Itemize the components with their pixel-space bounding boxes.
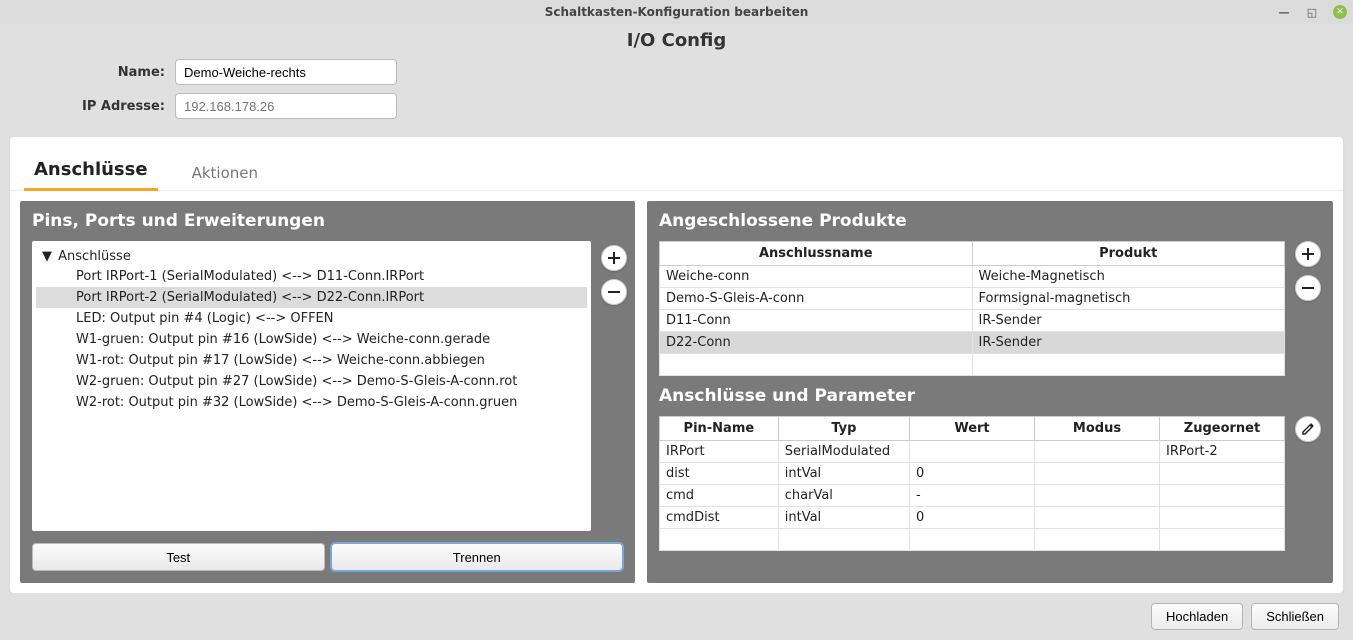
- cell-value: 0: [910, 463, 1035, 485]
- page-title: I/O Config: [0, 24, 1353, 55]
- col-mode: Modus: [1035, 417, 1160, 441]
- col-type: Typ: [778, 417, 909, 441]
- minimize-icon[interactable]: —: [1277, 5, 1291, 19]
- cell-value: 0: [910, 507, 1035, 529]
- cell-connection-name: Demo-S-Gleis-A-conn: [660, 288, 973, 310]
- header-form: Name: IP Adresse:: [0, 55, 1353, 137]
- params-table[interactable]: Pin-Name Typ Wert Modus Zugeornet IRPort…: [659, 416, 1285, 551]
- col-assigned: Zugeornet: [1160, 417, 1285, 441]
- cell-value: [910, 441, 1035, 463]
- cell-pin: cmdDist: [660, 507, 779, 529]
- table-row[interactable]: cmdcharVal-: [660, 485, 1285, 507]
- cell-value: -: [910, 485, 1035, 507]
- chevron-down-icon: ▼: [40, 249, 54, 264]
- table-row[interactable]: Weiche-connWeiche-Magnetisch: [660, 266, 1285, 288]
- table-row[interactable]: Demo-S-Gleis-A-connFormsignal-magnetisch: [660, 288, 1285, 310]
- window-titlebar: Schaltkasten-Konfiguration bearbeiten — …: [0, 0, 1353, 24]
- close-icon[interactable]: ✕: [1333, 5, 1347, 19]
- minus-icon: [607, 285, 621, 299]
- cell-mode: [1035, 463, 1160, 485]
- edit-param-button[interactable]: [1295, 416, 1321, 442]
- pins-panel: Pins, Ports und Erweiterungen ▼ Anschlüs…: [20, 201, 635, 583]
- cell-product: IR-Sender: [972, 332, 1285, 354]
- cell-type: charVal: [778, 485, 909, 507]
- table-row[interactable]: IRPortSerialModulated IRPort-2: [660, 441, 1285, 463]
- tree-root-item[interactable]: ▼ Anschlüsse: [36, 247, 587, 266]
- col-product: Produkt: [972, 242, 1285, 266]
- cell-product: Weiche-Magnetisch: [972, 266, 1285, 288]
- col-connection-name: Anschlussname: [660, 242, 973, 266]
- cell-mode: [1035, 485, 1160, 507]
- upload-button[interactable]: Hochladen: [1151, 603, 1243, 630]
- pencil-icon: [1301, 422, 1315, 436]
- remove-product-button[interactable]: [1295, 275, 1321, 301]
- test-button[interactable]: Test: [32, 543, 325, 571]
- tree-item[interactable]: W1-rot: Output pin #17 (LowSide) <--> We…: [36, 350, 587, 371]
- products-panel: Angeschlossene Produkte Anschlussname Pr…: [647, 201, 1333, 583]
- cell-assigned: [1160, 507, 1285, 529]
- cell-mode: [1035, 441, 1160, 463]
- cell-product: IR-Sender: [972, 310, 1285, 332]
- products-table[interactable]: Anschlussname Produkt Weiche-connWeiche-…: [659, 241, 1285, 376]
- tab-bar: Anschlüsse Aktionen: [10, 137, 1343, 191]
- tree-item[interactable]: LED: Output pin #4 (Logic) <--> OFFEN: [36, 308, 587, 329]
- cell-assigned: [1160, 485, 1285, 507]
- cell-type: intVal: [778, 463, 909, 485]
- tree-root-label: Anschlüsse: [58, 249, 131, 264]
- products-panel-title: Angeschlossene Produkte: [647, 201, 1333, 241]
- table-row[interactable]: D11-ConnIR-Sender: [660, 310, 1285, 332]
- plus-icon: [607, 251, 621, 265]
- cell-assigned: [1160, 463, 1285, 485]
- params-panel-title: Anschlüsse und Parameter: [647, 376, 1333, 416]
- cell-product: Formsignal-magnetisch: [972, 288, 1285, 310]
- tab-connections[interactable]: Anschlüsse: [24, 151, 158, 191]
- main-card: Anschlüsse Aktionen Pins, Ports und Erwe…: [10, 137, 1343, 593]
- add-product-button[interactable]: [1295, 241, 1321, 267]
- tree-item[interactable]: Port IRPort-2 (SerialModulated) <--> D22…: [36, 287, 587, 308]
- cell-pin: IRPort: [660, 441, 779, 463]
- col-value: Wert: [910, 417, 1035, 441]
- disconnect-button[interactable]: Trennen: [331, 543, 624, 571]
- col-pin-name: Pin-Name: [660, 417, 779, 441]
- cell-mode: [1035, 507, 1160, 529]
- table-row[interactable]: D22-ConnIR-Sender: [660, 332, 1285, 354]
- pin-tree[interactable]: ▼ Anschlüsse Port IRPort-1 (SerialModula…: [32, 241, 591, 531]
- cell-connection-name: Weiche-conn: [660, 266, 973, 288]
- cell-connection-name: D11-Conn: [660, 310, 973, 332]
- tree-item[interactable]: W1-gruen: Output pin #16 (LowSide) <--> …: [36, 329, 587, 350]
- dialog-button-bar: Hochladen Schließen: [0, 593, 1353, 640]
- ip-field[interactable]: [175, 93, 397, 119]
- tree-item[interactable]: W2-rot: Output pin #32 (LowSide) <--> De…: [36, 392, 587, 413]
- tree-item[interactable]: Port IRPort-1 (SerialModulated) <--> D11…: [36, 266, 587, 287]
- tab-actions[interactable]: Aktionen: [182, 156, 268, 190]
- cell-type: SerialModulated: [778, 441, 909, 463]
- name-label: Name:: [10, 65, 175, 80]
- ip-label: IP Adresse:: [10, 99, 175, 114]
- cell-assigned: IRPort-2: [1160, 441, 1285, 463]
- maximize-icon[interactable]: ◱: [1305, 5, 1319, 19]
- add-pin-button[interactable]: [601, 245, 627, 271]
- close-button[interactable]: Schließen: [1251, 603, 1339, 630]
- name-field[interactable]: [175, 59, 397, 85]
- remove-pin-button[interactable]: [601, 279, 627, 305]
- cell-pin: dist: [660, 463, 779, 485]
- cell-pin: cmd: [660, 485, 779, 507]
- window-title: Schaltkasten-Konfiguration bearbeiten: [545, 5, 809, 19]
- cell-connection-name: D22-Conn: [660, 332, 973, 354]
- tree-item[interactable]: W2-gruen: Output pin #27 (LowSide) <--> …: [36, 371, 587, 392]
- table-row[interactable]: cmdDistintVal0: [660, 507, 1285, 529]
- cell-type: intVal: [778, 507, 909, 529]
- table-row[interactable]: distintVal0: [660, 463, 1285, 485]
- minus-icon: [1301, 281, 1315, 295]
- pins-panel-title: Pins, Ports und Erweiterungen: [20, 201, 635, 241]
- plus-icon: [1301, 247, 1315, 261]
